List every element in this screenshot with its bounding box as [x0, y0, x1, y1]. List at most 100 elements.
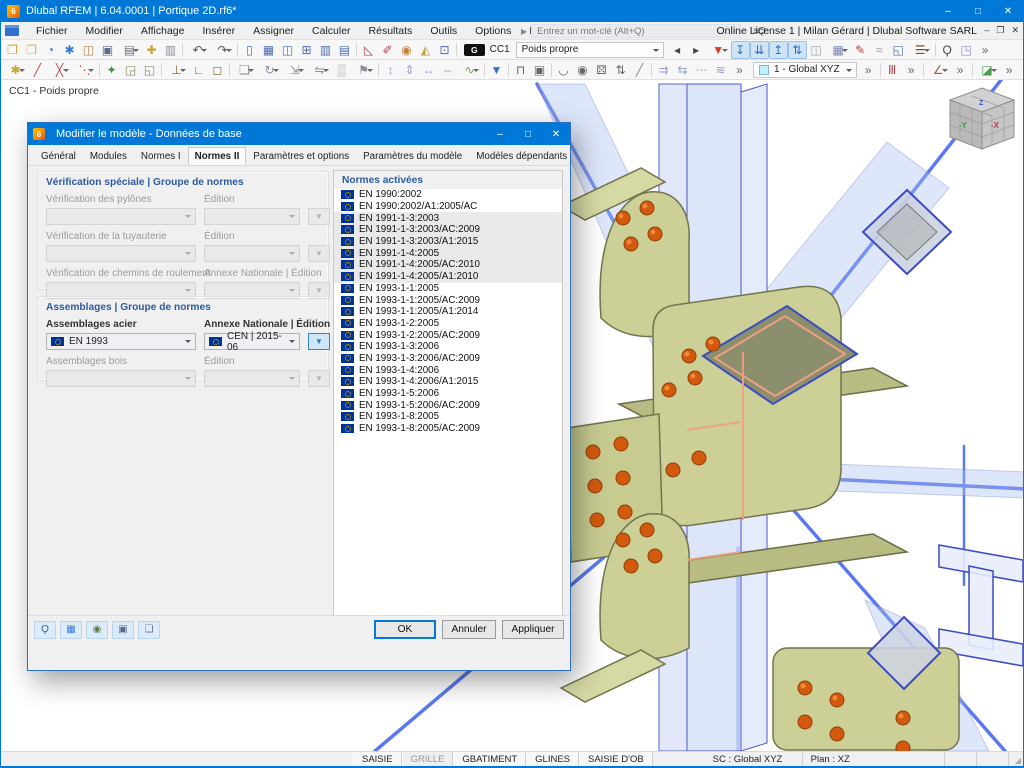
status-toggle[interactable]: GRILLE [401, 752, 454, 766]
dialog-tab[interactable]: Modules [83, 147, 134, 165]
norm-item[interactable]: EN 1993-1-2:2005 [334, 318, 562, 330]
background-toggle-icon[interactable]: ◪ [975, 61, 1000, 79]
print-icon[interactable]: ▤ [117, 41, 142, 59]
norm-item[interactable]: EN 1993-1-3:2006/AC:2009 [334, 353, 562, 365]
previous-case-icon[interactable]: ◂ [668, 41, 687, 59]
trace-line-icon[interactable]: ≈ [870, 41, 889, 59]
status-toggle[interactable]: SAISIE [353, 752, 402, 766]
result-arrows-1-icon[interactable]: ⇉ [654, 61, 673, 79]
norm-item[interactable]: EN 1993-1-1:2005/A1:2014 [334, 306, 562, 318]
workspace-minimize-icon[interactable]: – [984, 25, 989, 36]
status-toggle[interactable]: GLINES [526, 752, 579, 766]
frame-closed-icon[interactable]: ▣ [530, 61, 549, 79]
close-button[interactable]: ✕ [993, 0, 1023, 22]
dialog-tab[interactable]: Normes I [134, 147, 188, 165]
section-line-icon[interactable]: ╱ [630, 61, 649, 79]
find-node-icon[interactable]: ◉ [397, 41, 416, 59]
norm-item[interactable]: EN 1990:2002 [334, 189, 562, 201]
norm-item[interactable]: EN 1993-1-8:2005/AC:2009 [334, 423, 562, 435]
new-surface-icon[interactable]: ◲ [121, 61, 140, 79]
new-report-icon[interactable]: ✚ [142, 41, 161, 59]
show-nodes-icon[interactable]: ⇊ [749, 40, 769, 59]
norm-item[interactable]: EN 1993-1-1:2005 [334, 283, 562, 295]
delete-line-icon[interactable]: ╳ [47, 61, 72, 79]
table-view-2-icon[interactable]: ▦ [259, 41, 278, 59]
view-sphere-icon[interactable]: ◉ [573, 61, 592, 79]
new-table-icon[interactable]: ▦ [826, 41, 851, 59]
zoom-cancel-icon[interactable]: Ϙ [938, 41, 957, 59]
norm-item[interactable]: EN 1993-1-4:2006 [334, 364, 562, 376]
overflow-3-icon[interactable]: » [859, 61, 878, 79]
open-model-icon[interactable]: ❐ [22, 41, 41, 59]
overflow-4-icon[interactable]: » [902, 61, 921, 79]
filter-loads-icon[interactable]: ▼ [706, 41, 731, 59]
dialog-apply-to-icon[interactable]: ◉ [86, 620, 108, 639]
swap-view-icon[interactable]: ⇅ [611, 61, 630, 79]
calculator-icon[interactable]: ☰ [908, 41, 933, 59]
menu-item[interactable]: Affichage [132, 22, 194, 40]
steel-annex-select[interactable]: CEN | 2015-06 [204, 331, 300, 353]
work-plane-lines-icon[interactable]: Ⅲ [883, 61, 902, 79]
dim-vertical-icon[interactable]: ↕ [381, 61, 400, 79]
new-line-icon[interactable]: ╱ [28, 61, 47, 79]
package-icon[interactable]: ◫ [79, 41, 98, 59]
rotate-object-icon[interactable]: ↻ [257, 61, 282, 79]
table-view-5-icon[interactable]: ▥ [316, 41, 335, 59]
menu-item[interactable]: Outils [421, 22, 466, 40]
filter-view-icon[interactable]: ▼ [487, 61, 506, 79]
status-toggle[interactable]: GBATIMENT [453, 752, 527, 766]
curve-tool-icon[interactable]: ◡ [554, 61, 573, 79]
norm-item[interactable]: EN 1990:2002/A1:2005/AC [334, 201, 562, 213]
norm-item[interactable]: EN 1993-1-8:2005 [334, 411, 562, 423]
dialog-minimize-button[interactable]: – [486, 123, 514, 145]
coordinate-system-select[interactable]: 1 - Global XYZ [753, 61, 857, 78]
model-settings-icon[interactable]: ✱ [60, 41, 79, 59]
line-support-icon[interactable]: ∟ [189, 61, 208, 79]
dialog-save-default-icon[interactable]: ▣ [112, 620, 134, 639]
undo-icon[interactable]: ↶ [185, 41, 210, 59]
menu-item[interactable]: Résultats [360, 22, 422, 40]
work-plane-icon[interactable]: ⊡ [435, 41, 454, 59]
connect-lines-icon[interactable]: ∿ [457, 61, 482, 79]
table-view-6-icon[interactable]: ▤ [335, 41, 354, 59]
menu-item[interactable]: Modifier [77, 22, 132, 40]
dim-all-icon[interactable]: ⇔ [438, 61, 457, 79]
menu-item[interactable]: Options [466, 22, 520, 40]
menu-item[interactable]: Assigner [244, 22, 303, 40]
dialog-units-icon[interactable]: ▦ [60, 620, 82, 639]
menu-item[interactable]: Insérer [193, 22, 244, 40]
result-dots-icon[interactable]: ⋯ [692, 61, 711, 79]
norm-item[interactable]: EN 1991-1-3:2003/AC:2009 [334, 224, 562, 236]
hinge-icon[interactable]: ◻ [208, 61, 227, 79]
dialog-tab[interactable]: Général [34, 147, 83, 165]
select-special-icon[interactable]: ◺ [359, 41, 378, 59]
show-supports-icon[interactable]: ↧ [730, 40, 750, 59]
norm-item[interactable]: EN 1991-1-4:2005 [334, 247, 562, 260]
result-arrows-2-icon[interactable]: ⇆ [673, 61, 692, 79]
apply-button[interactable]: Appliquer [502, 620, 564, 639]
beam-member[interactable] [938, 544, 1023, 667]
steel-annex-filter-button[interactable]: ▼ [308, 333, 330, 350]
overflow-6-icon[interactable]: » [1000, 61, 1019, 79]
redo-icon[interactable]: ↷ [210, 41, 235, 59]
snap-angle-icon[interactable]: ∠ [926, 61, 951, 79]
new-solid-icon[interactable]: ◱ [140, 61, 159, 79]
norm-item[interactable]: EN 1993-1-3:2006 [334, 341, 562, 353]
table-view-3-icon[interactable]: ◫ [278, 41, 297, 59]
show-values-icon[interactable]: ⇅ [787, 40, 807, 59]
maximize-button[interactable]: □ [963, 0, 993, 22]
dialog-tab[interactable]: Paramètres et options [246, 147, 356, 165]
edit-red-icon[interactable]: ✎ [851, 41, 870, 59]
dlubal-sync-icon[interactable]: ◔ [41, 41, 60, 59]
table-view-4-icon[interactable]: ⊞ [297, 41, 316, 59]
overflow-1-icon[interactable]: » [976, 41, 995, 59]
norm-item[interactable]: EN 1991-1-4:2005/AC:2010 [334, 259, 562, 271]
norm-item[interactable]: EN 1991-1-3:2003/A1:2015 [334, 235, 562, 248]
menu-item[interactable]: Calculer [303, 22, 360, 40]
dim-lines-icon[interactable]: ⇕ [400, 61, 419, 79]
copy-object-icon[interactable]: ❏ [232, 61, 257, 79]
norm-item[interactable]: EN 1991-1-3:2003 [334, 212, 562, 225]
minimize-button[interactable]: – [933, 0, 963, 22]
show-deformed-icon[interactable]: ↥ [768, 40, 788, 59]
resize-grip[interactable]: ◢ [1009, 752, 1023, 766]
